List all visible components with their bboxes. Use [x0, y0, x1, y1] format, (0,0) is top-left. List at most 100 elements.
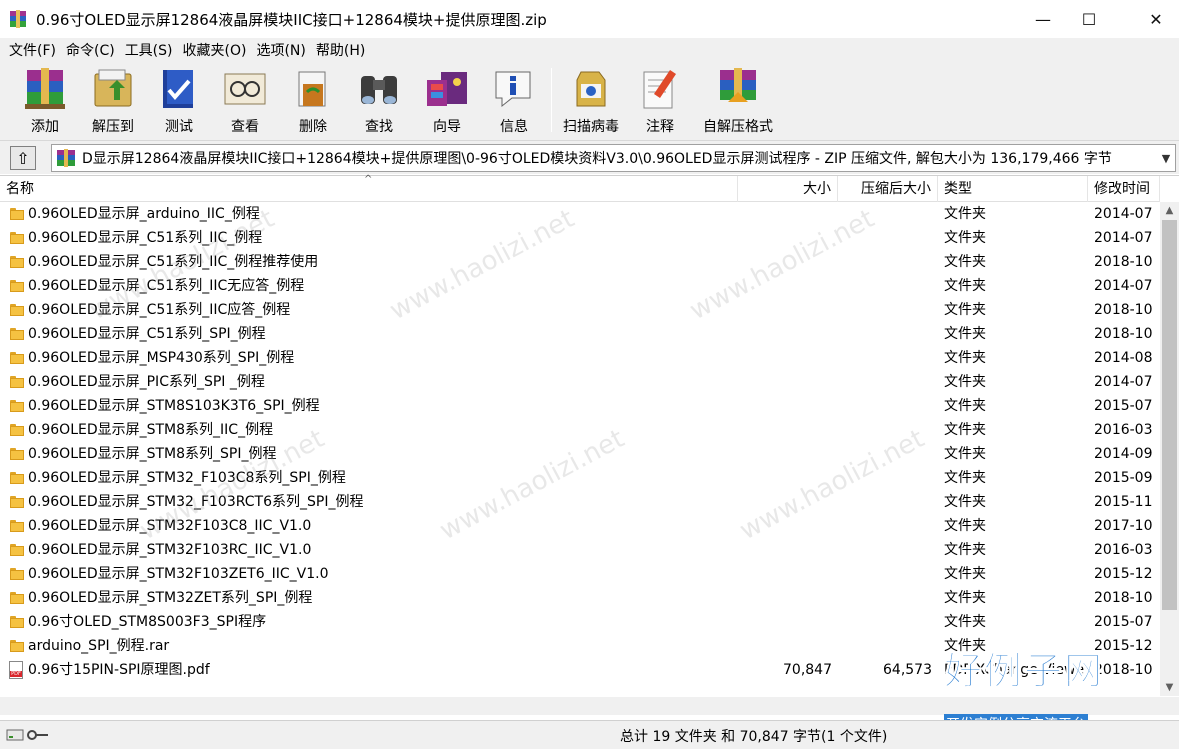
address-bar: ⇧ D显示屏12864液晶屏模块IIC接口+12864模块+提供原理图\0-96… — [0, 140, 1179, 174]
view-icon — [224, 73, 266, 105]
file-modified: 2014-07 — [1094, 230, 1153, 246]
table-row[interactable]: 0.96OLED显示屏_STM8系列_IIC_例程 文件夹 2016-03 — [0, 418, 1160, 442]
toolbar: 添加 解压到 测试 查看 删除 查找 向导 信息 扫描病毒 注释 自解压格式 — [0, 62, 1179, 140]
file-size — [738, 586, 832, 610]
column-modified[interactable]: 修改时间 — [1088, 176, 1160, 202]
table-row[interactable]: 0.96OLED显示屏_STM8系列_SPI_例程 文件夹 2014-09 — [0, 442, 1160, 466]
close-button[interactable]: ✕ — [1133, 0, 1179, 38]
test-button[interactable]: 测试 — [150, 66, 208, 136]
file-size — [738, 610, 832, 634]
menu-options[interactable]: 选项(N) — [251, 40, 310, 60]
file-size — [738, 418, 832, 442]
virus-scan-button[interactable]: 扫描病毒 — [556, 66, 626, 136]
folder-icon — [10, 448, 24, 460]
window-title: 0.96寸OLED显示屏12864液晶屏模块IIC接口+12864模块+提供原理… — [36, 11, 547, 29]
menu-help[interactable]: 帮助(H) — [311, 40, 370, 60]
column-size[interactable]: 大小 — [738, 176, 838, 202]
file-name: 0.96OLED显示屏_STM8系列_SPI_例程 — [28, 446, 277, 462]
table-row[interactable]: 0.96寸OLED_STM8S003F3_SPI程序 文件夹 2015-07 — [0, 610, 1160, 634]
menu-favorites[interactable]: 收藏夹(O) — [178, 40, 252, 60]
file-modified: 2014-07 — [1094, 278, 1153, 294]
file-type: 文件夹 — [944, 518, 986, 534]
table-row[interactable]: 0.96OLED显示屏_STM8S103K3T6_SPI_例程 文件夹 2015-0… — [0, 394, 1160, 418]
table-row[interactable]: 0.96OLED显示屏_arduino_IIC_例程 文件夹 2014-07 — [0, 202, 1160, 226]
file-type: 文件夹 — [944, 374, 986, 390]
up-folder-button[interactable]: ⇧ — [10, 146, 36, 170]
file-list: 名称 ^ 大小 压缩后大小 类型 修改时间 0.96OLED显示屏_arduin… — [0, 174, 1179, 715]
file-size — [738, 274, 832, 298]
column-packed[interactable]: 压缩后大小 — [838, 176, 938, 202]
menu-tools[interactable]: 工具(S) — [120, 40, 178, 60]
file-packed-size — [838, 442, 932, 466]
extract-to-label: 解压到 — [92, 119, 134, 135]
table-row[interactable]: 0.96OLED显示屏_C51系列_SPI_例程 文件夹 2018-10 — [0, 322, 1160, 346]
file-modified: 2018-10 — [1094, 662, 1153, 678]
column-type[interactable]: 类型 — [938, 176, 1088, 202]
path-field[interactable]: D显示屏12864液晶屏模块IIC接口+12864模块+提供原理图\0-96寸O… — [51, 144, 1176, 172]
horizontal-scrollbar[interactable] — [0, 697, 1179, 715]
extract-to-button[interactable]: 解压到 — [82, 66, 144, 136]
folder-icon — [10, 592, 24, 604]
file-modified: 2014-07 — [1094, 206, 1153, 222]
view-label: 查看 — [231, 119, 259, 135]
table-row[interactable]: 0.96OLED显示屏_PIC系列_SPI _例程 文件夹 2014-07 — [0, 370, 1160, 394]
file-type: PDF-XChange Viewer Document — [944, 662, 1084, 678]
table-row[interactable]: PDF 0.96寸15PIN-SPI原理图.pdf 70,847 64,573 PDF-… — [0, 658, 1160, 682]
menu-commands[interactable]: 命令(C) — [61, 40, 120, 60]
table-row[interactable]: 0.96OLED显示屏_MSP430系列_SPI_例程 文件夹 2014-08 — [0, 346, 1160, 370]
wizard-label: 向导 — [433, 119, 461, 135]
scroll-down-icon[interactable]: ▼ — [1160, 679, 1179, 696]
file-name: 0.96OLED显示屏_PIC系列_SPI _例程 — [28, 374, 265, 390]
file-modified: 2015-07 — [1094, 398, 1153, 414]
table-row[interactable]: 0.96OLED显示屏_C51系列_IIC_例程推荐使用 文件夹 2018-10 — [0, 250, 1160, 274]
file-modified: 2016-03 — [1094, 542, 1153, 558]
scroll-up-icon[interactable]: ▲ — [1160, 202, 1179, 219]
folder-icon — [10, 376, 24, 388]
find-button[interactable]: 查找 — [350, 66, 408, 136]
folder-icon — [10, 424, 24, 436]
minimize-button[interactable]: — — [1020, 0, 1066, 38]
vertical-scroll-thumb[interactable] — [1162, 220, 1177, 610]
file-modified: 2015-09 — [1094, 470, 1153, 486]
sfx-button[interactable]: 自解压格式 — [696, 66, 780, 136]
table-row[interactable]: 0.96OLED显示屏_STM32_F103C8系列_SPI_例程 文件夹 2015… — [0, 466, 1160, 490]
column-header-row: 名称 ^ 大小 压缩后大小 类型 修改时间 — [0, 174, 1160, 202]
table-row[interactable]: 0.96OLED显示屏_STM32_F103RCT6系列_SPI_例程 文件夹 20… — [0, 490, 1160, 514]
info-button[interactable]: 信息 — [484, 66, 544, 136]
table-row[interactable]: 0.96OLED显示屏_C51系列_IIC无应答_例程 文件夹 2014-07 — [0, 274, 1160, 298]
table-row[interactable]: 0.96OLED显示屏_STM32ZET系列_SPI_例程 文件夹 2018-10 — [0, 586, 1160, 610]
folder-icon — [10, 232, 24, 244]
file-type: 文件夹 — [944, 278, 986, 294]
delete-button[interactable]: 删除 — [284, 66, 342, 136]
view-button[interactable]: 查看 — [216, 66, 274, 136]
file-type: 文件夹 — [944, 326, 986, 342]
file-name: 0.96OLED显示屏_C51系列_IIC_例程推荐使用 — [28, 254, 319, 270]
file-name: 0.96OLED显示屏_STM8系列_IIC_例程 — [28, 422, 274, 438]
wizard-button[interactable]: 向导 — [416, 66, 478, 136]
add-button[interactable]: 添加 — [14, 66, 76, 136]
chevron-down-icon[interactable]: ▼ — [1157, 152, 1175, 165]
menu-file[interactable]: 文件(F) — [4, 40, 61, 60]
maximize-button[interactable]: ☐ — [1066, 0, 1112, 38]
folder-icon — [10, 304, 24, 316]
file-modified: 2017-10 — [1094, 518, 1153, 534]
virus-scan-label: 扫描病毒 — [563, 119, 619, 135]
table-row[interactable]: 0.96OLED显示屏_C51系列_IIC应答_例程 文件夹 2018-10 — [0, 298, 1160, 322]
file-packed-size: 64,573 — [883, 662, 932, 678]
file-type: 文件夹 — [944, 494, 986, 510]
file-name: 0.96OLED显示屏_STM32F103ZET6_IIC_V1.0 — [28, 566, 329, 582]
table-row[interactable]: 0.96OLED显示屏_STM32F103ZET6_IIC_V1.0 文件夹 201… — [0, 562, 1160, 586]
winrar-app-icon — [10, 10, 26, 28]
table-row[interactable]: 0.96OLED显示屏_STM32F103RC_IIC_V1.0 文件夹 2016-… — [0, 538, 1160, 562]
file-name: 0.96OLED显示屏_MSP430系列_SPI_例程 — [28, 350, 295, 366]
path-text: D显示屏12864液晶屏模块IIC接口+12864模块+提供原理图\0-96寸O… — [82, 151, 1112, 167]
file-size — [738, 346, 832, 370]
table-row[interactable]: 0.96OLED显示屏_C51系列_IIC_例程 文件夹 2014-07 — [0, 226, 1160, 250]
status-bar: 总计 19 文件夹 和 70,847 字节(1 个文件) — [0, 720, 1179, 749]
table-row[interactable]: arduino_SPI_例程.rar 文件夹 2015-12 — [0, 634, 1160, 658]
file-type: 文件夹 — [944, 422, 986, 438]
table-row[interactable]: 0.96OLED显示屏_STM32F103C8_IIC_V1.0 文件夹 2017-… — [0, 514, 1160, 538]
comment-button[interactable]: 注释 — [634, 66, 686, 136]
vertical-scrollbar[interactable]: ▲ ▼ — [1160, 202, 1179, 696]
folder-icon — [10, 256, 24, 268]
